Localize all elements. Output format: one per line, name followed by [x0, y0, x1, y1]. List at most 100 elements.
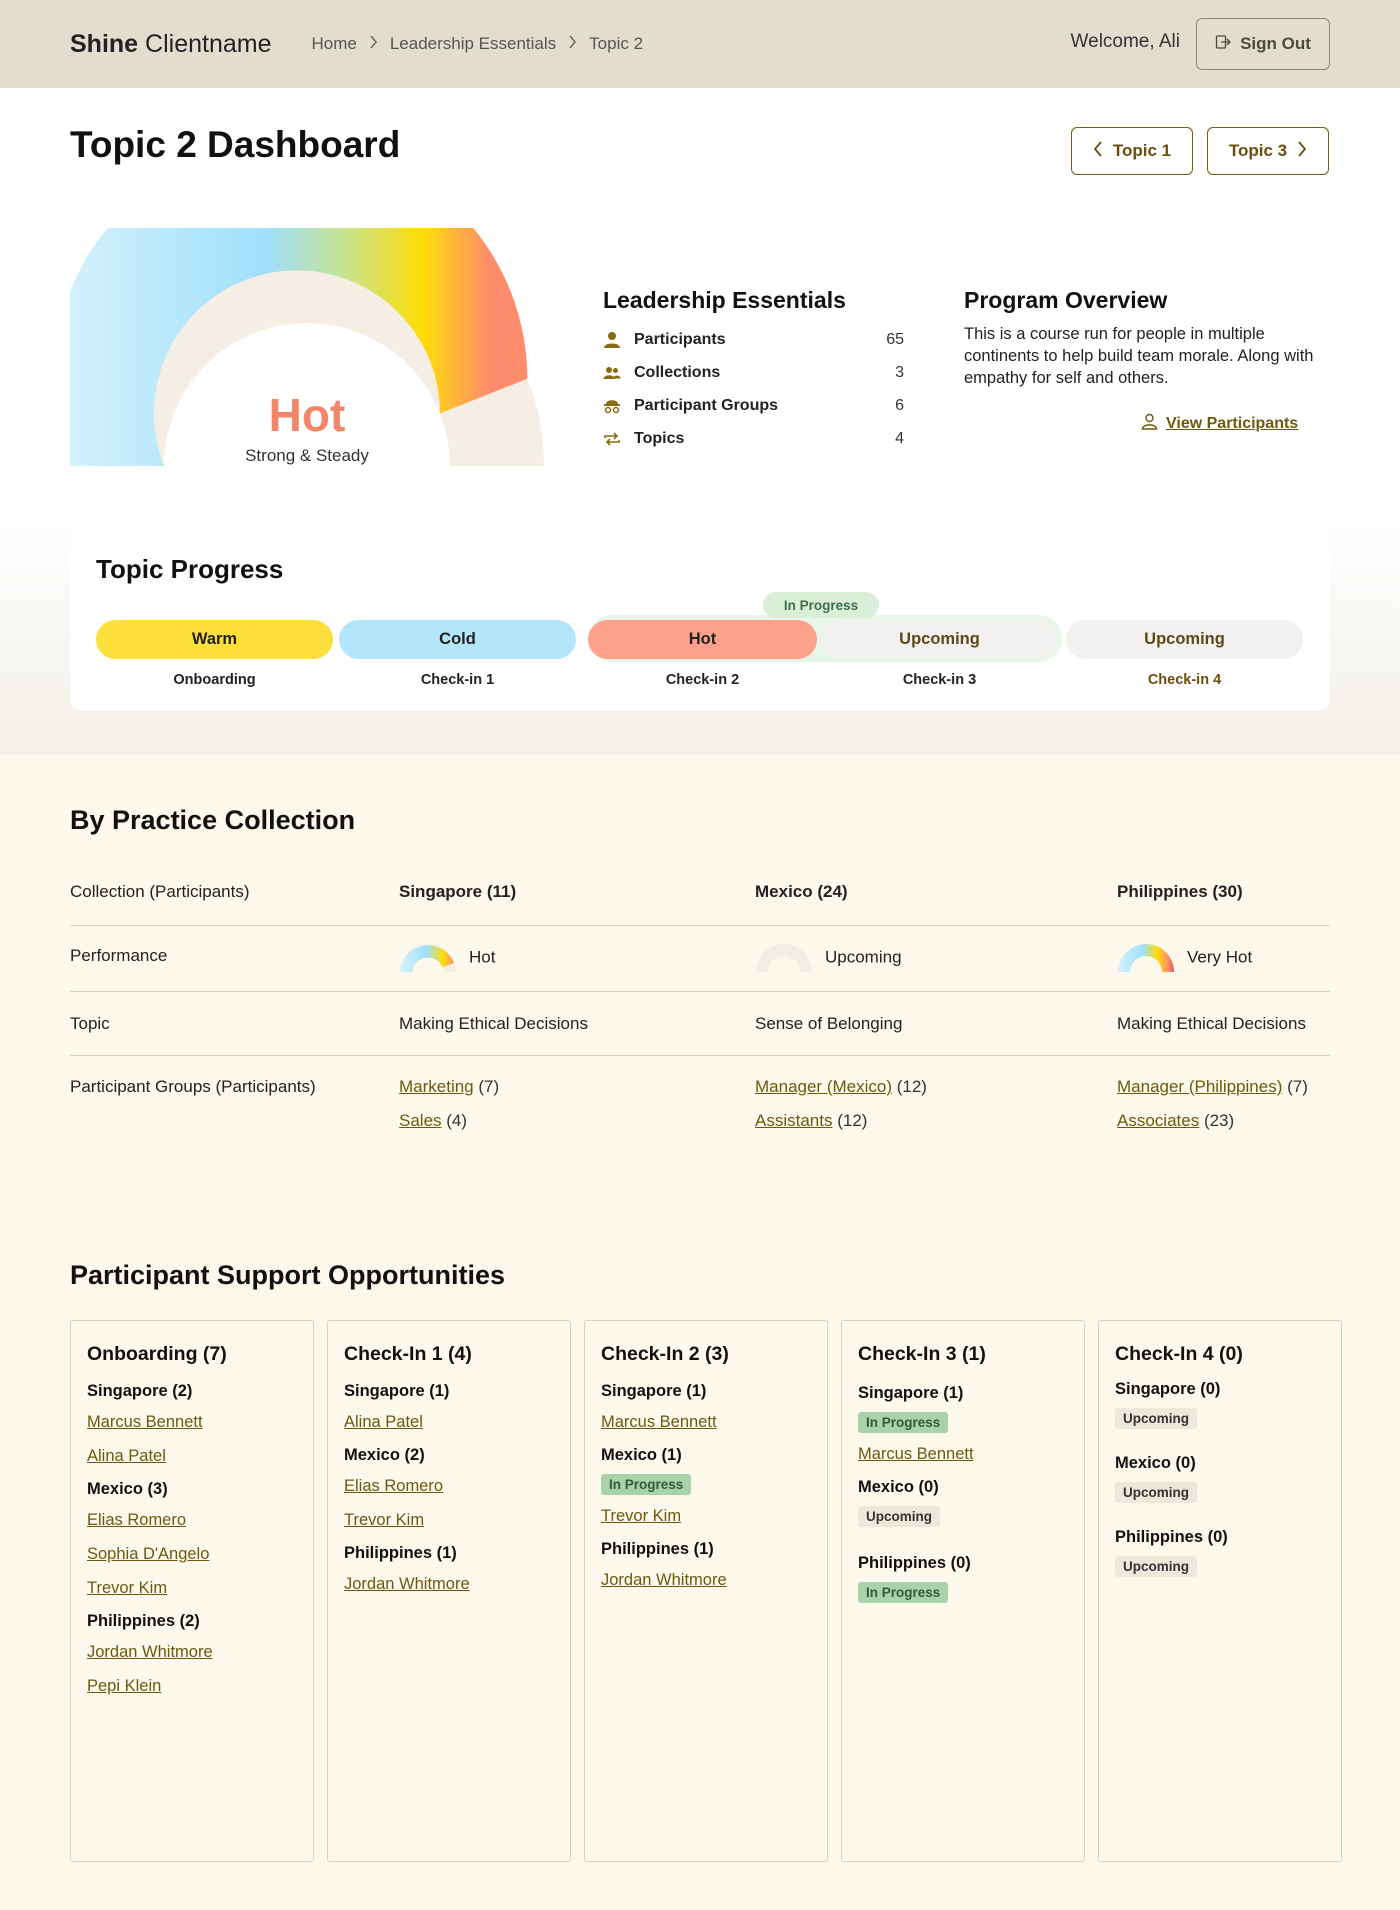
group-count: (7)	[478, 1077, 500, 1096]
group-count: (12)	[837, 1111, 868, 1130]
participant-link[interactable]: Jordan Whitmore	[87, 1635, 303, 1669]
support-column-check-in-4: Check-In 4 (0) Singapore (0) Upcoming Me…	[1098, 1320, 1342, 1862]
group-entry: Marketing (7)	[399, 1070, 499, 1104]
stat-participant-groups: Participant Groups 6	[602, 389, 904, 422]
stat-collections: Collections 3	[602, 356, 904, 389]
chevron-left-icon	[1093, 140, 1103, 162]
performance-cell: Upcoming	[755, 943, 902, 973]
overview-section: Topic 2 Dashboard Topic 1 Topic 3 Hot St…	[0, 88, 1400, 755]
row-label: Topic	[70, 1014, 110, 1033]
participant-link[interactable]: Alina Patel	[87, 1439, 303, 1473]
group-name: Singapore (0)	[1115, 1380, 1221, 1398]
step-pill-check-in-1[interactable]: Cold	[339, 620, 576, 659]
group-entry: Assistants (12)	[755, 1104, 927, 1138]
upcoming-badge: Upcoming	[858, 1506, 940, 1527]
mini-gauge-hot	[400, 944, 456, 972]
next-topic-button[interactable]: Topic 3	[1207, 127, 1329, 175]
group-link[interactable]: Manager (Mexico)	[755, 1077, 892, 1096]
person-icon	[602, 330, 622, 350]
participant-link[interactable]: Trevor Kim	[344, 1503, 560, 1537]
step-pill-onboarding[interactable]: Warm	[96, 620, 333, 659]
participant-link[interactable]: Sophia D'Angelo	[87, 1537, 303, 1571]
participant-link[interactable]: Trevor Kim	[601, 1499, 817, 1533]
participant-link[interactable]: Elias Romero	[87, 1503, 303, 1537]
step-status: Warm	[191, 630, 238, 648]
stat-value: 4	[895, 429, 904, 447]
step-pill-check-in-2[interactable]: Hot	[588, 620, 817, 659]
group-count: (23)	[1203, 1111, 1235, 1130]
column-title: Check-In 1 (4)	[344, 1343, 472, 1365]
step-status: Upcoming	[1144, 630, 1225, 648]
table-row: Topic Making Ethical Decisions Sense of …	[70, 992, 1330, 1056]
step-pill-check-in-4[interactable]: Upcoming	[1066, 620, 1303, 659]
prev-topic-button[interactable]: Topic 1	[1071, 127, 1193, 175]
group-name: Philippines (1)	[601, 1540, 714, 1558]
mini-gauge-very-hot	[1118, 944, 1174, 972]
overview-title: Program Overview	[964, 287, 1168, 313]
gauge-subtitle: Strong & Steady	[245, 446, 369, 465]
prev-topic-label: Topic 1	[1112, 141, 1172, 160]
group-name: Mexico (0)	[858, 1478, 939, 1496]
stat-label: Topics	[634, 429, 685, 447]
group-link[interactable]: Marketing	[399, 1077, 474, 1096]
participant-link[interactable]: Marcus Bennett	[858, 1437, 1074, 1471]
group-entry: Sales (4)	[399, 1104, 499, 1138]
upcoming-badge: Upcoming	[1115, 1556, 1197, 1577]
step-label: Check-in 4	[1147, 672, 1222, 688]
group-link[interactable]: Manager (Philippines)	[1117, 1077, 1282, 1096]
groups-icon	[602, 396, 622, 416]
participant-link[interactable]: Trevor Kim	[87, 1571, 303, 1605]
group-link[interactable]: Sales	[399, 1111, 442, 1130]
support-column-check-in-3: Check-In 3 (1) Singapore (1) In Progress…	[841, 1320, 1085, 1862]
participant-link[interactable]: Alina Patel	[344, 1405, 560, 1439]
stat-value: 3	[895, 363, 904, 381]
collection-header: Singapore (11)	[399, 882, 516, 902]
group-link[interactable]: Associates	[1117, 1111, 1199, 1130]
practice-section-title: By Practice Collection	[70, 805, 356, 835]
collection-name: Mexico (24)	[755, 882, 848, 901]
row-label: Participant Groups (Participants)	[70, 1077, 316, 1096]
group-name: Mexico (3)	[87, 1480, 168, 1498]
group-name: Mexico (0)	[1115, 1454, 1196, 1472]
view-participants-link[interactable]: View Participants	[1141, 413, 1298, 435]
participant-link[interactable]: Pepi Klein	[87, 1669, 303, 1703]
support-section-title: Participant Support Opportunities	[70, 1260, 506, 1290]
topic-progress-title: Topic Progress	[96, 554, 284, 584]
next-topic-label: Topic 3	[1228, 141, 1288, 160]
groups-cell: Marketing (7) Sales (4)	[399, 1070, 499, 1138]
step-label: Check-in 2	[665, 672, 740, 688]
participant-link[interactable]: Marcus Bennett	[601, 1405, 817, 1439]
table-row: Performance Hot Upcoming Very Hot	[70, 926, 1330, 992]
column-body: Singapore (2) Marcus Bennett Alina Patel…	[87, 1377, 303, 1703]
column-title: Onboarding (7)	[87, 1343, 227, 1365]
support-column-check-in-1: Check-In 1 (4) Singapore (1) Alina Patel…	[327, 1320, 571, 1862]
row-label: Performance	[70, 946, 168, 965]
stat-value: 6	[895, 396, 904, 414]
participant-link[interactable]: Elias Romero	[344, 1469, 560, 1503]
group-name: Philippines (1)	[344, 1544, 457, 1562]
step-label: Onboarding	[173, 672, 256, 688]
in-progress-badge: In Progress	[858, 1582, 949, 1603]
group-name: Mexico (1)	[601, 1446, 682, 1464]
column-title: Check-In 4 (0)	[1115, 1343, 1243, 1365]
stat-label: Collections	[634, 363, 721, 381]
stat-participants: Participants 65	[602, 323, 904, 356]
group-name: Mexico (2)	[344, 1446, 425, 1464]
group-name: Singapore (1)	[344, 1382, 450, 1400]
participant-link[interactable]: Jordan Whitmore	[601, 1563, 817, 1597]
participant-link[interactable]: Marcus Bennett	[87, 1405, 303, 1439]
column-title: Check-In 2 (3)	[601, 1343, 729, 1365]
program-stats: Participants 65 Collections 3 Participan…	[602, 323, 904, 455]
step-label: Check-in 3	[902, 672, 977, 688]
upcoming-badge: Upcoming	[1115, 1482, 1197, 1503]
topic-cell: Making Ethical Decisions	[399, 1014, 588, 1033]
row-label: Collection (Participants)	[70, 882, 250, 901]
view-participants-label: View Participants	[1166, 415, 1299, 432]
group-link[interactable]: Assistants	[755, 1111, 832, 1130]
participant-link[interactable]: Jordan Whitmore	[344, 1567, 560, 1601]
group-name: Singapore (1)	[601, 1382, 707, 1400]
column-title: Check-In 3 (1)	[858, 1343, 986, 1365]
step-status: Hot	[688, 630, 717, 648]
table-row: Participant Groups (Participants) Market…	[70, 1056, 1330, 1146]
step-pill-check-in-3[interactable]: Upcoming	[823, 620, 1056, 659]
